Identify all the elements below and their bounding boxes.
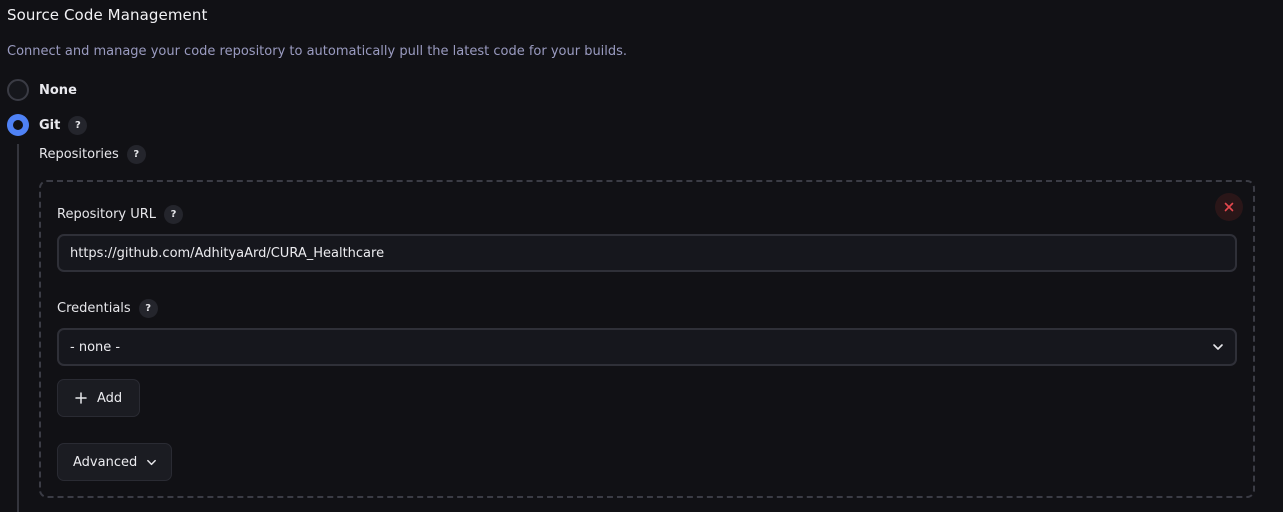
repository-url-value: https://github.com/AdhityaArd/CURA_Healt…: [70, 245, 385, 261]
scm-option-git[interactable]: Git ?: [7, 114, 88, 136]
help-icon[interactable]: ?: [68, 115, 88, 135]
chevron-down-icon: [147, 459, 157, 465]
advanced-button-label: Advanced: [73, 454, 138, 470]
credentials-select[interactable]: - none -: [57, 328, 1237, 366]
repositories-label-row: Repositories ?: [39, 145, 146, 164]
repository-url-label: Repository URL: [57, 207, 157, 222]
section-description: Connect and manage your code repository …: [7, 44, 628, 59]
scm-section: Source Code Management Connect and manag…: [0, 0, 1283, 512]
help-icon[interactable]: ?: [126, 145, 146, 164]
radio-git[interactable]: [7, 114, 29, 136]
section-title: Source Code Management: [7, 6, 208, 24]
delete-repository-button[interactable]: [1215, 193, 1243, 221]
help-icon[interactable]: ?: [164, 205, 184, 224]
help-icon[interactable]: ?: [138, 299, 158, 318]
credentials-selected-value: - none -: [70, 339, 121, 355]
close-icon: [1224, 202, 1234, 212]
git-section-indent-line: [17, 144, 19, 512]
add-button-label: Add: [97, 390, 123, 406]
chevron-down-icon: [1213, 344, 1223, 350]
radio-none[interactable]: [7, 79, 29, 101]
plus-icon: [75, 392, 87, 404]
repositories-label: Repositories: [39, 147, 119, 162]
scm-option-none[interactable]: None: [7, 79, 77, 101]
repository-url-label-row: Repository URL ?: [57, 205, 184, 224]
scm-option-none-label: None: [39, 82, 77, 98]
repository-url-input[interactable]: https://github.com/AdhityaArd/CURA_Healt…: [57, 234, 1237, 272]
credentials-label-row: Credentials ?: [57, 299, 158, 318]
credentials-label: Credentials: [57, 301, 131, 316]
advanced-button[interactable]: Advanced: [57, 443, 172, 481]
add-credentials-button[interactable]: Add: [57, 379, 140, 417]
scm-option-git-label: Git: [39, 117, 61, 133]
